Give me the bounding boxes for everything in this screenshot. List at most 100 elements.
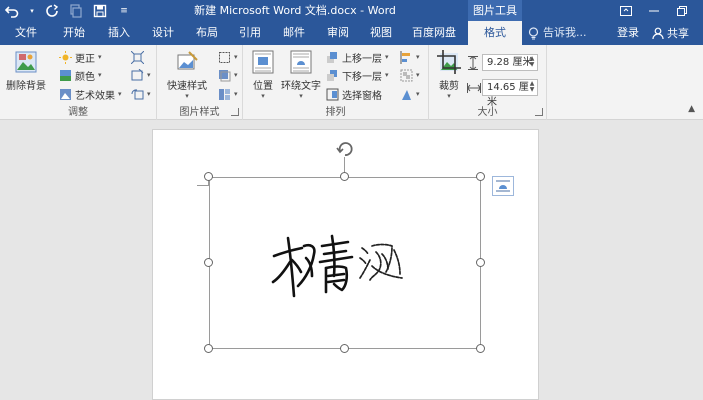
bring-forward-button[interactable]: 上移一层 ▾: [325, 48, 389, 66]
sign-in-link[interactable]: 登录: [617, 21, 639, 45]
copy-icon[interactable]: [68, 3, 84, 19]
width-input[interactable]: 14.65 厘米 ▲ ▼: [482, 79, 538, 108]
restore-icon[interactable]: [668, 0, 696, 21]
undo-icon[interactable]: [4, 3, 20, 19]
dialog-launcher-icon[interactable]: [535, 108, 543, 116]
wrap-text-button[interactable]: 环绕文字 ▾: [281, 49, 321, 100]
send-backward-icon: [325, 68, 339, 82]
rotate-button[interactable]: ▾: [399, 85, 420, 103]
tab-view[interactable]: 视图: [361, 21, 401, 45]
compress-icon: [130, 50, 144, 64]
tab-review[interactable]: 审阅: [318, 21, 358, 45]
resize-handle-right[interactable]: [476, 258, 485, 267]
artistic-effects-label: 艺术效果: [75, 90, 115, 102]
tab-design[interactable]: 设计: [143, 21, 183, 45]
crop-label: 裁剪: [439, 81, 459, 92]
width-spinner[interactable]: ▲ ▼: [528, 81, 536, 94]
arrange-group-label: 排列: [325, 107, 346, 118]
share-button[interactable]: 共享: [650, 23, 700, 43]
tab-mailings[interactable]: 邮件: [274, 21, 314, 45]
tab-baidu-netdisk[interactable]: 百度网盘: [405, 21, 463, 45]
chevron-down-icon: ▾: [385, 53, 389, 61]
chevron-down-icon: ▾: [416, 53, 420, 61]
picture-border-button[interactable]: ▾: [217, 48, 238, 66]
chevron-down-icon: ▾: [234, 71, 238, 79]
dialog-launcher-icon[interactable]: [231, 108, 239, 116]
resize-handle-bottom-right[interactable]: [476, 344, 485, 353]
resize-handle-top-right[interactable]: [476, 172, 485, 181]
height-input[interactable]: 9.28 厘米 ▲ ▼: [482, 54, 538, 71]
adjust-group: 删除背景 更正 ▾ 颜色 ▾ 艺术效果 ▾ ▾ ▾ 调整: [0, 45, 157, 120]
height-icon: [467, 54, 479, 72]
tab-format[interactable]: 格式: [468, 21, 522, 45]
chevron-down-icon: ▾: [185, 92, 189, 100]
crop-icon: [436, 49, 462, 75]
redo-icon[interactable]: [44, 3, 60, 19]
user-icon: [652, 27, 664, 39]
size-group: 裁剪 ▾ 9.28 厘米 ▲ ▼ 14.65 厘米 ▲ ▼ 大小: [429, 45, 547, 120]
size-group-label: 大小: [477, 107, 498, 118]
change-picture-button[interactable]: ▾: [130, 66, 151, 84]
minimize-icon[interactable]: [640, 0, 668, 21]
save-icon[interactable]: [92, 3, 108, 19]
layout-options-button[interactable]: [492, 176, 514, 196]
reset-picture-button[interactable]: ▾: [130, 85, 151, 103]
quick-styles-icon: [174, 49, 200, 75]
tab-insert[interactable]: 插入: [99, 21, 139, 45]
corrections-button[interactable]: 更正 ▾: [58, 48, 102, 66]
color-label: 颜色: [75, 71, 95, 83]
selection-pane-button[interactable]: 选择窗格: [325, 85, 382, 103]
chevron-down-icon: ▾: [385, 71, 389, 79]
chevron-down-icon: ▾: [147, 71, 151, 79]
tab-home[interactable]: 开始: [54, 21, 94, 45]
lightbulb-icon: [528, 26, 539, 39]
picture-effects-button[interactable]: ▾: [217, 66, 238, 84]
resize-handle-top-left[interactable]: [204, 172, 213, 181]
quick-styles-button[interactable]: 快速样式 ▾: [163, 49, 211, 100]
chevron-down-icon[interactable]: ▾: [28, 3, 36, 19]
tell-me-box[interactable]: 告诉我...: [528, 21, 587, 45]
align-icon: [399, 50, 413, 64]
rotate-handle-icon[interactable]: [336, 140, 354, 158]
crop-button[interactable]: 裁剪 ▾: [433, 49, 465, 100]
ribbon-display-options-icon[interactable]: [612, 0, 640, 21]
send-backward-button[interactable]: 下移一层 ▾: [325, 66, 389, 84]
resize-handle-bottom-left[interactable]: [204, 344, 213, 353]
customize-toolbar-icon[interactable]: ≡: [116, 3, 132, 19]
rotate-icon: [399, 87, 413, 101]
position-button[interactable]: 位置 ▾: [247, 49, 279, 100]
chevron-down-icon: ▾: [98, 53, 102, 61]
artistic-effects-button[interactable]: 艺术效果 ▾: [58, 85, 122, 103]
arrange-group: 位置 ▾ 环绕文字 ▾ 上移一层 ▾ 下移一层 ▾ 选择窗格 ▾ ▾ ▾ 排列: [243, 45, 429, 120]
tab-layout[interactable]: 布局: [187, 21, 227, 45]
color-button[interactable]: 颜色 ▾: [58, 66, 102, 84]
title-bar: ▾ ≡ 新建 Microsoft Word 文档.docx - Word 图片工…: [0, 0, 703, 21]
align-button[interactable]: ▾: [399, 48, 420, 66]
height-value: 9.28 厘米: [487, 57, 533, 68]
change-picture-icon: [130, 68, 144, 82]
tab-file[interactable]: 文件: [4, 21, 48, 45]
chevron-down-icon: ▾: [98, 71, 102, 79]
tab-references[interactable]: 引用: [230, 21, 270, 45]
layout-options-icon: [496, 180, 510, 192]
picture-border-icon: [217, 50, 231, 64]
quick-styles-label: 快速样式: [167, 81, 207, 92]
reset-picture-icon: [130, 87, 144, 101]
picture-layout-button[interactable]: ▾: [217, 85, 238, 103]
share-label: 共享: [667, 27, 689, 40]
group-button[interactable]: ▾: [399, 66, 420, 84]
chevron-down-icon: ▾: [261, 92, 265, 100]
resize-handle-top[interactable]: [340, 172, 349, 181]
position-label: 位置: [253, 81, 273, 92]
height-spinner[interactable]: ▲ ▼: [528, 56, 536, 69]
remove-background-button[interactable]: 删除背景: [4, 49, 48, 92]
collapse-ribbon-icon[interactable]: ▲: [688, 104, 695, 114]
signature-image: [271, 234, 403, 298]
resize-handle-bottom[interactable]: [340, 344, 349, 353]
picture-styles-group-label: 图片样式: [179, 107, 220, 118]
color-icon: [58, 68, 72, 82]
ribbon: 删除背景 更正 ▾ 颜色 ▾ 艺术效果 ▾ ▾ ▾ 调整 快速样式 ▾ ▾ ▾ …: [0, 45, 703, 120]
resize-handle-left[interactable]: [204, 258, 213, 267]
bring-forward-icon: [325, 50, 339, 64]
compress-pictures-button[interactable]: [130, 48, 144, 66]
